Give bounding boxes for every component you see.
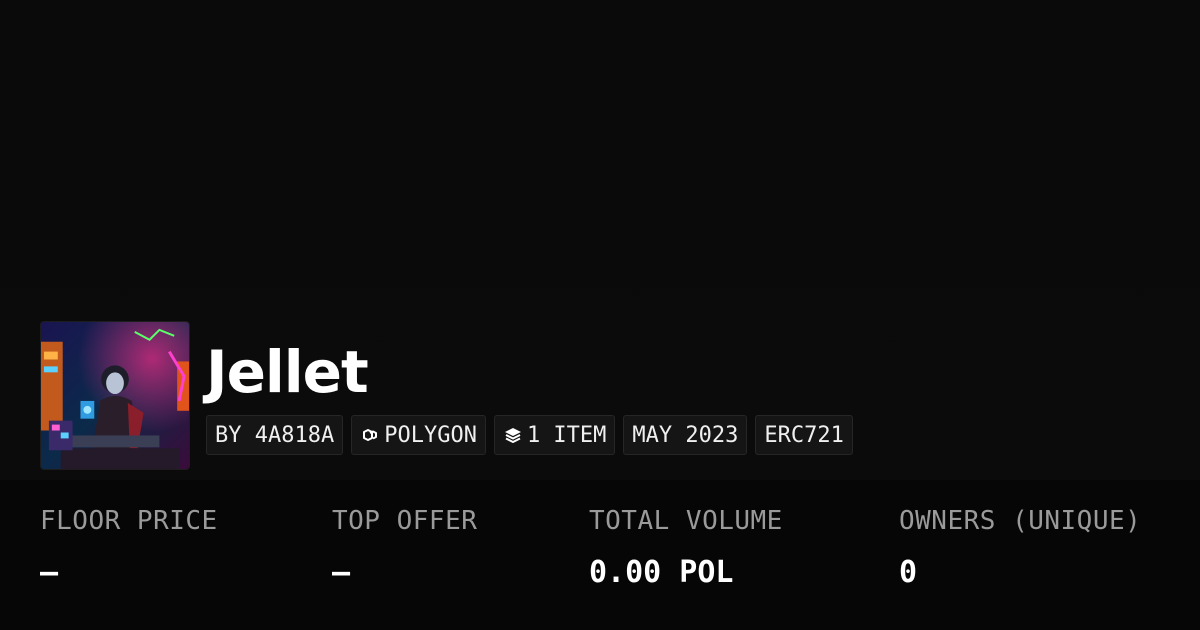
layers-icon xyxy=(503,425,523,445)
chain-tag[interactable]: POLYGON xyxy=(351,415,486,455)
collection-title: Jellet xyxy=(206,338,369,406)
top-offer-label: TOP OFFER xyxy=(332,506,478,536)
creator-tag[interactable]: BY 4A818A xyxy=(206,415,344,455)
floor-price-stat: FLOOR PRICE – xyxy=(40,505,218,591)
item-count-tag[interactable]: 1 ITEM xyxy=(493,415,616,455)
total-volume-stat: TOTAL VOLUME 0.00 POL xyxy=(589,505,783,591)
collection-avatar-image xyxy=(41,322,189,469)
total-volume-label: TOTAL VOLUME xyxy=(589,506,783,536)
total-volume-value: 0.00 POL xyxy=(589,555,734,590)
token-standard-tag-label: ERC721 xyxy=(764,422,844,448)
top-offer-stat: TOP OFFER – xyxy=(332,505,477,591)
owners-stat: OWNERS (UNIQUE) 0 xyxy=(899,505,1141,591)
chain-tag-label: POLYGON xyxy=(384,422,477,448)
floor-price-label: FLOOR PRICE xyxy=(40,506,218,536)
token-standard-tag: ERC721 xyxy=(755,415,853,455)
top-offer-value: – xyxy=(332,555,351,590)
floor-price-value: – xyxy=(40,555,59,590)
item-count-tag-label: 1 ITEM xyxy=(526,422,607,448)
created-date-tag: MAY 2023 xyxy=(623,415,748,455)
collection-avatar[interactable] xyxy=(40,321,190,470)
polygon-chain-icon xyxy=(360,425,380,445)
created-date-tag-label: MAY 2023 xyxy=(632,422,739,448)
owners-value: 0 xyxy=(899,555,918,590)
creator-tag-label: BY 4A818A xyxy=(215,422,335,448)
collection-tags: BY 4A818A POLYGON 1 ITEM MAY 2023 ERC721 xyxy=(206,415,853,455)
owners-label: OWNERS (UNIQUE) xyxy=(899,506,1142,536)
